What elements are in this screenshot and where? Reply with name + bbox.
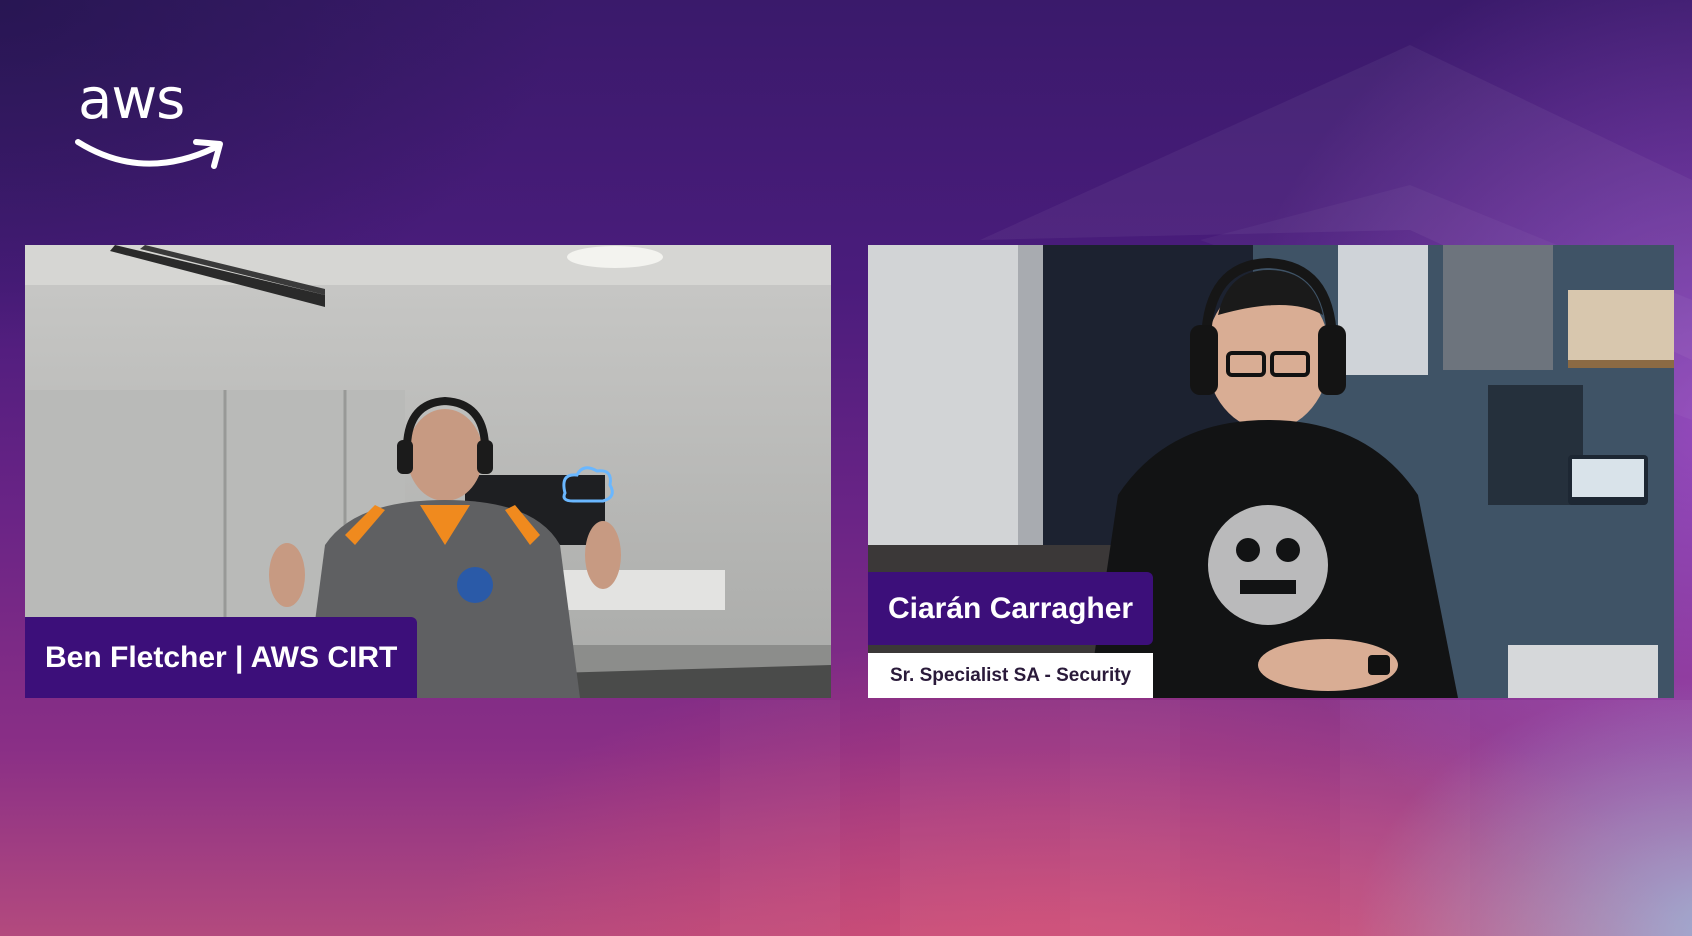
video-tile-ciaran-carragher: Ciarán Carragher Sr. Specialist SA - Sec…	[868, 245, 1674, 698]
participant-name-label: Ben Fletcher | AWS CIRT	[25, 617, 418, 698]
aws-logo: aws	[72, 70, 232, 180]
video-tile-ben-fletcher: Ben Fletcher | AWS CIRT	[25, 245, 831, 698]
aws-smile-arrow-icon	[75, 139, 223, 169]
stream-stage: aws Ben Fletcher | AWS CIRT Ciarán Carra…	[0, 0, 1692, 936]
aws-wordmark: aws	[78, 67, 185, 132]
participant-name-label: Ciarán Carragher	[868, 572, 1154, 645]
participant-title-label: Sr. Specialist SA - Security	[868, 653, 1154, 698]
